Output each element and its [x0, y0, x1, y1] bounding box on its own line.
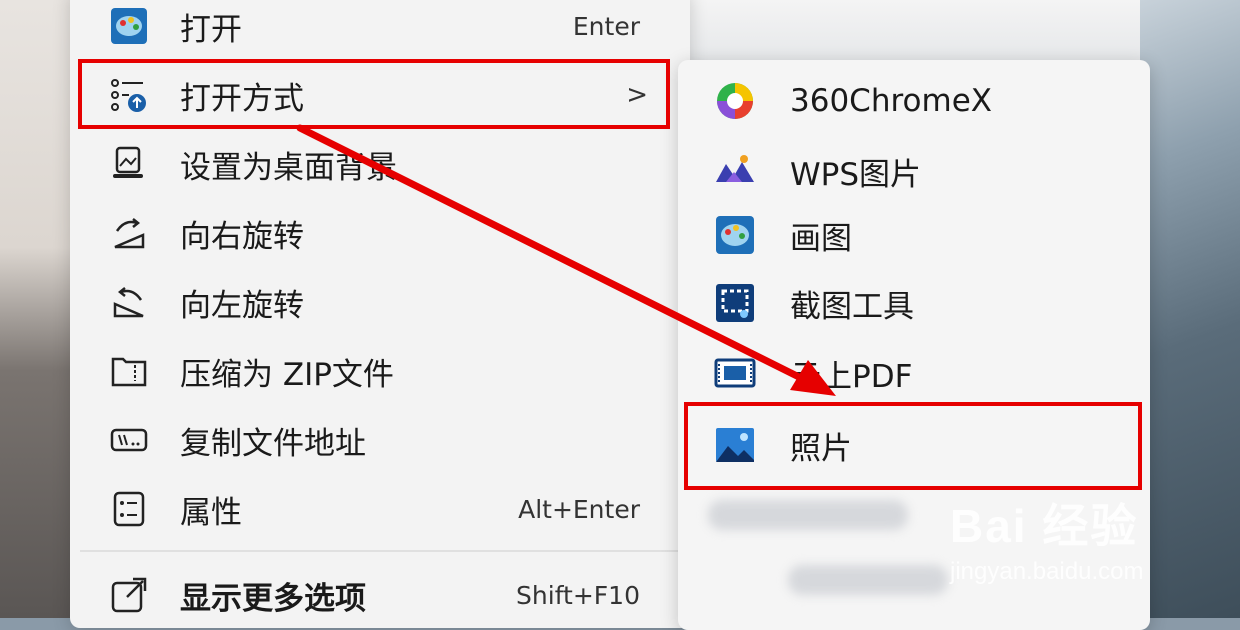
baidu-watermark: Bai 经验 jingyan.baidu.com — [950, 490, 1143, 586]
watermark-brand: Bai 经验 — [950, 500, 1139, 552]
watermark-url: jingyan.baidu.com — [950, 558, 1144, 585]
